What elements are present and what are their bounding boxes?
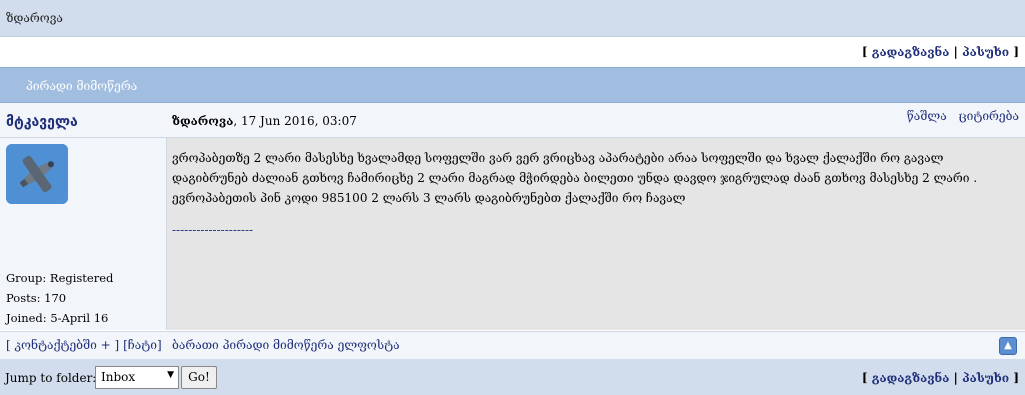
avatar[interactable] [6,144,68,204]
user-stats: Group: Registered Posts: 170 Joined: 5-A… [6,268,113,328]
reply-button-bottom[interactable]: პასუხი [962,371,1009,385]
jump-label: Jump to folder: [5,371,97,385]
post-subject: ზდაროვა [172,114,234,128]
topic-title: ზდაროვა [6,11,63,25]
delete-link[interactable]: წაშლა [907,109,947,123]
add-contact-link[interactable]: [ კონტაქტებში + ] [6,338,119,352]
scroll-top-icon[interactable]: ▲ [999,337,1017,355]
author-name[interactable]: მტკაველა [6,114,78,130]
post-text: ვროპაბეთზე 2 ლარი მასესხე ხვალამდე სოფელ… [172,151,978,205]
quote-link[interactable]: ციტირება [959,109,1019,123]
airplane-icon [6,144,68,204]
top-actions: [ გადაგზავნა | პასუხი ] [861,45,1019,59]
user-group: Group: Registered [6,271,114,285]
post-body: ვროპაბეთზე 2 ლარი მასესხე ხვალამდე სოფელ… [167,138,1025,330]
post-actions: წაშლა ციტირება [899,109,1019,123]
pm-section-title: პირადი მიმოწერა [26,79,138,93]
chevron-down-icon: ▼ [167,370,174,380]
forward-button-bottom[interactable]: გადაგზავნა [872,371,950,385]
folder-select-value: Inbox [101,370,136,384]
reply-button[interactable]: პასუხი [962,45,1009,59]
forward-button[interactable]: გადაგზავნა [872,45,950,59]
footer-notice[interactable]: ბარათი პირადი მიმოწერა ელფოსტა [172,338,400,352]
bottom-actions: [ გადაგზავნა | პასუხი ] [861,371,1019,385]
post-header: მტკაველა ზდაროვა, 17 Jun 2016, 03:07 წაშ… [0,103,1025,138]
user-joined: Joined: 5-April 16 [6,311,109,325]
post-date: , 17 Jun 2016, 03:07 [233,114,357,128]
pm-section-bar: პირადი მიმოწერა [0,67,1025,103]
footer-left-links: [ კონტაქტებში + ] [ჩატი] [6,338,162,352]
post-footer: [ კონტაქტებში + ] [ჩატი] ბარათი პირადი მ… [0,331,1025,360]
signature-divider: -------------------- [172,223,254,237]
go-button[interactable]: Go! [181,366,217,389]
top-header-bar: ზდაროვა [0,0,1025,37]
user-posts: Posts: 170 [6,291,67,305]
user-sidebar: Group: Registered Posts: 170 Joined: 5-A… [0,138,167,330]
post-meta: ზდაროვა, 17 Jun 2016, 03:07 [172,114,357,128]
bottom-bar: Jump to folder: Inbox ▼ Go! [ გადაგზავნა… [0,359,1025,395]
folder-select[interactable]: Inbox ▼ [95,366,179,389]
chat-link[interactable]: [ჩატი] [123,338,162,352]
